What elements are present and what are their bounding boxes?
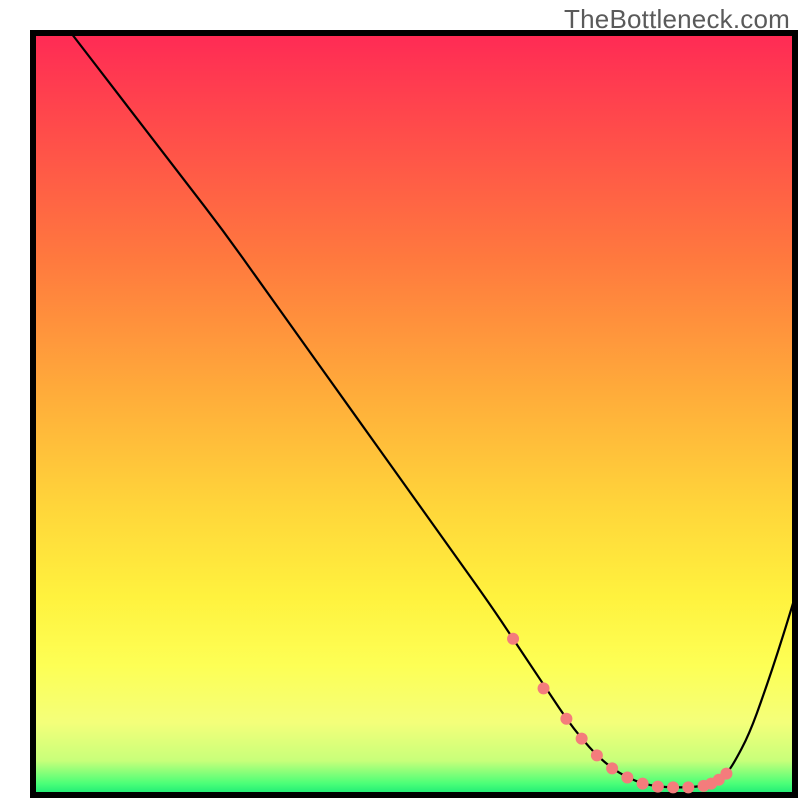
highlight-dot <box>591 749 603 761</box>
chart-stage: TheBottleneck.com <box>0 0 800 800</box>
highlight-dot <box>720 768 732 780</box>
bottleneck-chart <box>0 0 800 800</box>
highlight-dot <box>606 762 618 774</box>
highlight-dot <box>538 682 550 694</box>
highlight-dot <box>560 713 572 725</box>
watermark-text: TheBottleneck.com <box>564 4 790 35</box>
plot-background <box>33 33 795 795</box>
highlight-dot <box>667 781 679 793</box>
highlight-dot <box>576 733 588 745</box>
highlight-dot <box>507 633 519 645</box>
highlight-dot <box>637 778 649 790</box>
highlight-dot <box>652 781 664 793</box>
highlight-dot <box>682 781 694 793</box>
highlight-dot <box>621 771 633 783</box>
